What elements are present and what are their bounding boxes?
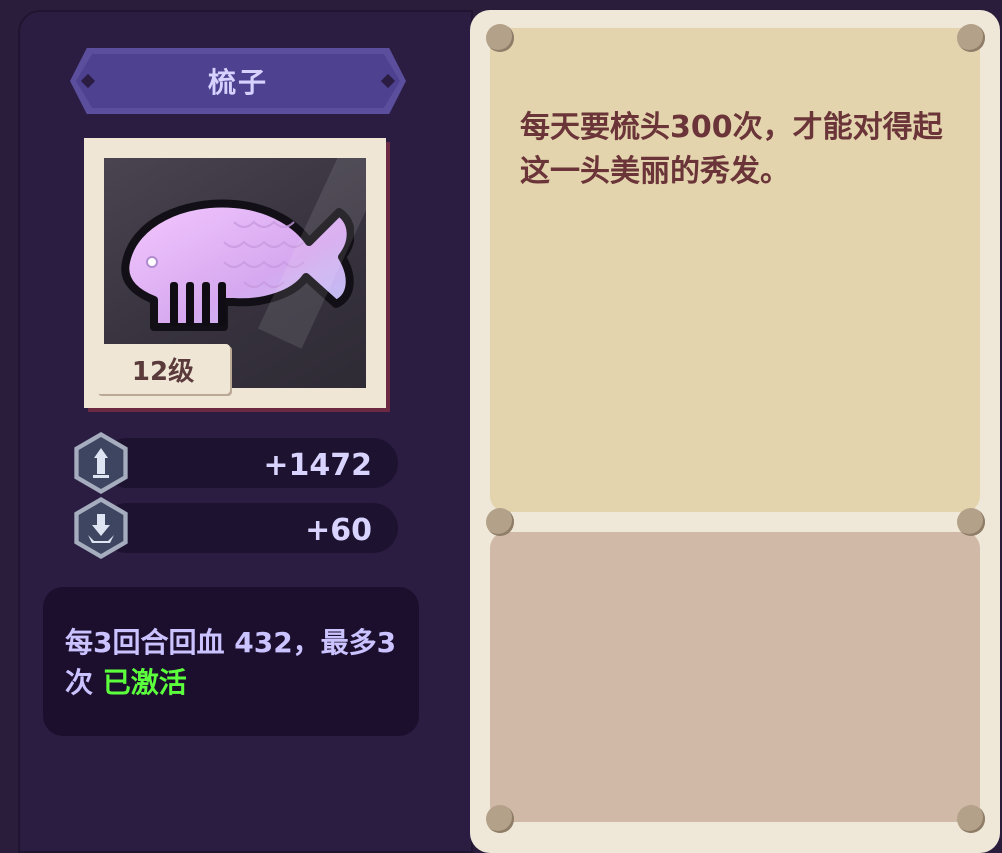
lower-panel [490,532,980,822]
stat-value-defense: +60 [305,513,372,548]
item-effect-box: 每3回合回血 432，最多3次 已激活 [43,587,419,736]
item-icon-frame[interactable]: 12级 [84,138,386,408]
stat-row-defense: +60 [70,497,400,559]
description-card: 每天要梳头300次，才能对得起这一头美丽的秀发。 [470,10,1000,853]
rivet [486,508,514,536]
item-name-banner: 梳子 [70,48,406,114]
rivet [486,805,514,833]
stat-row-attack: +1472 [70,432,400,494]
stat-value-attack: +1472 [263,448,372,483]
effect-status: 已激活 [102,666,187,699]
rivet [957,508,985,536]
item-description: 每天要梳头300次，才能对得起这一头美丽的秀发。 [520,110,943,189]
fish-comb-icon [121,199,354,331]
rivet [957,24,985,52]
item-level-tag: 12级 [96,344,230,394]
description-panel: 每天要梳头300次，才能对得起这一头美丽的秀发。 [490,28,980,512]
stat-bar: +1472 [102,438,398,488]
item-name: 梳子 [207,66,268,99]
item-level: 12级 [131,356,195,387]
stat-bar: +60 [102,503,398,553]
rivet [957,805,985,833]
rivet [486,24,514,52]
